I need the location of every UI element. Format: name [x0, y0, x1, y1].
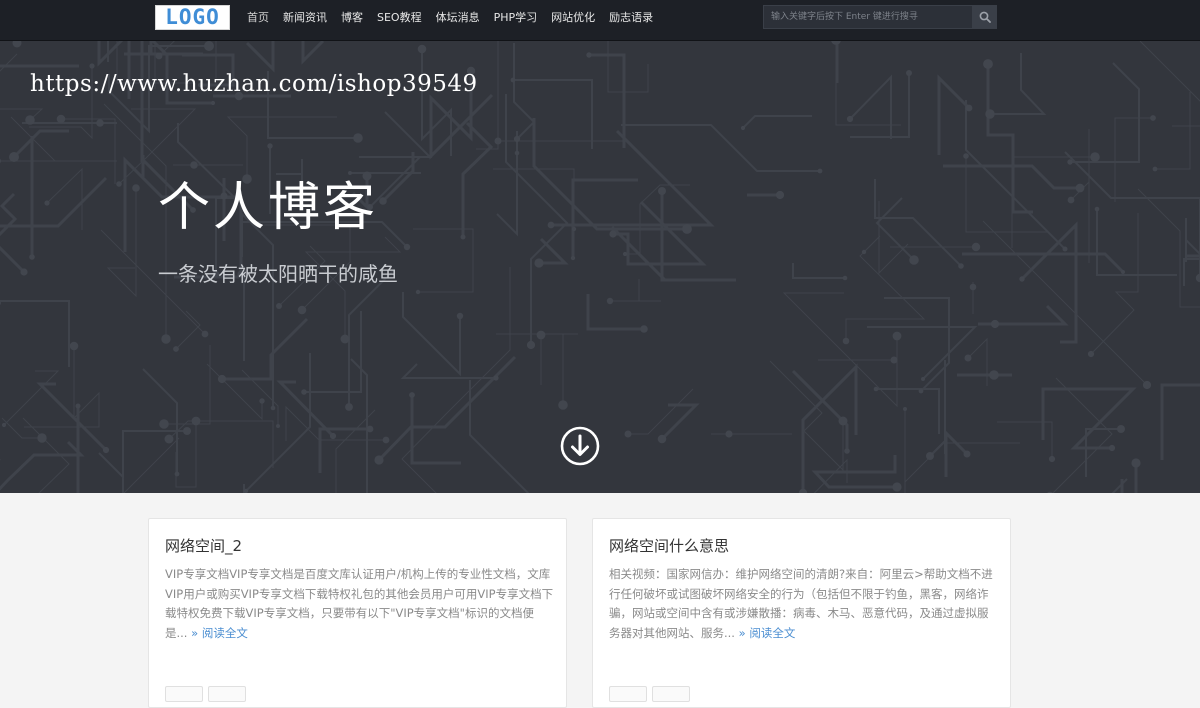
hero-banner: https://www.huzhan.com/ishop39549 个人博客 一…: [0, 40, 1200, 493]
nav-item-site-optimization[interactable]: 网站优化: [544, 0, 602, 36]
hero-subtitle: 一条没有被太阳晒干的咸鱼: [158, 262, 398, 286]
post-excerpt-text: 相关视频：国家网信办：维护网络空间的清朗?来自：阿里云>帮助文档不进行任何破坏或…: [609, 567, 993, 640]
nav-item-blog[interactable]: 博客: [334, 0, 370, 36]
top-navigation-bar: LOGO 首页 新闻资讯 博客 SEO教程 体坛消息 PHP学习 网站优化 励志…: [0, 0, 1200, 41]
nav-item-php[interactable]: PHP学习: [487, 0, 545, 36]
nav-item-home[interactable]: 首页: [240, 0, 276, 36]
read-more-link[interactable]: » 阅读全文: [739, 626, 796, 640]
scroll-down-button[interactable]: [560, 426, 600, 466]
post-title[interactable]: 网络空间什么意思: [609, 535, 729, 556]
post-tags: [609, 686, 690, 702]
tag-chip[interactable]: [609, 686, 647, 702]
nav-item-sports[interactable]: 体坛消息: [429, 0, 487, 36]
post-card: 网络空间_2 VIP专享文档VIP专享文档是百度文库认证用户/机构上传的专业性文…: [148, 518, 567, 708]
main-nav: 首页 新闻资讯 博客 SEO教程 体坛消息 PHP学习 网站优化 励志语录: [240, 0, 660, 36]
nav-item-seo-tutorial[interactable]: SEO教程: [370, 0, 429, 36]
post-excerpt: VIP专享文档VIP专享文档是百度文库认证用户/机构上传的专业性文档，文库VIP…: [165, 565, 555, 643]
post-tags: [165, 686, 246, 702]
post-card: 网络空间什么意思 相关视频：国家网信办：维护网络空间的清朗?来自：阿里云>帮助文…: [592, 518, 1011, 708]
nav-item-quotes[interactable]: 励志语录: [602, 0, 660, 36]
search-box: [763, 5, 997, 29]
search-icon: [979, 11, 991, 23]
arrow-down-circle-icon: [560, 426, 600, 466]
watermark-url: https://www.huzhan.com/ishop39549: [30, 71, 478, 97]
tag-chip[interactable]: [652, 686, 690, 702]
post-title[interactable]: 网络空间_2: [165, 535, 242, 556]
tag-chip[interactable]: [165, 686, 203, 702]
site-logo[interactable]: LOGO: [155, 5, 230, 30]
nav-item-news[interactable]: 新闻资讯: [276, 0, 334, 36]
post-excerpt: 相关视频：国家网信办：维护网络空间的清朗?来自：阿里云>帮助文档不进行任何破坏或…: [609, 565, 999, 643]
tag-chip[interactable]: [208, 686, 246, 702]
search-input[interactable]: [764, 6, 972, 28]
search-button[interactable]: [972, 6, 996, 28]
read-more-link[interactable]: » 阅读全文: [191, 626, 248, 640]
post-list: 网络空间_2 VIP专享文档VIP专享文档是百度文库认证用户/机构上传的专业性文…: [0, 493, 1200, 708]
hero-title: 个人博客: [158, 178, 379, 238]
